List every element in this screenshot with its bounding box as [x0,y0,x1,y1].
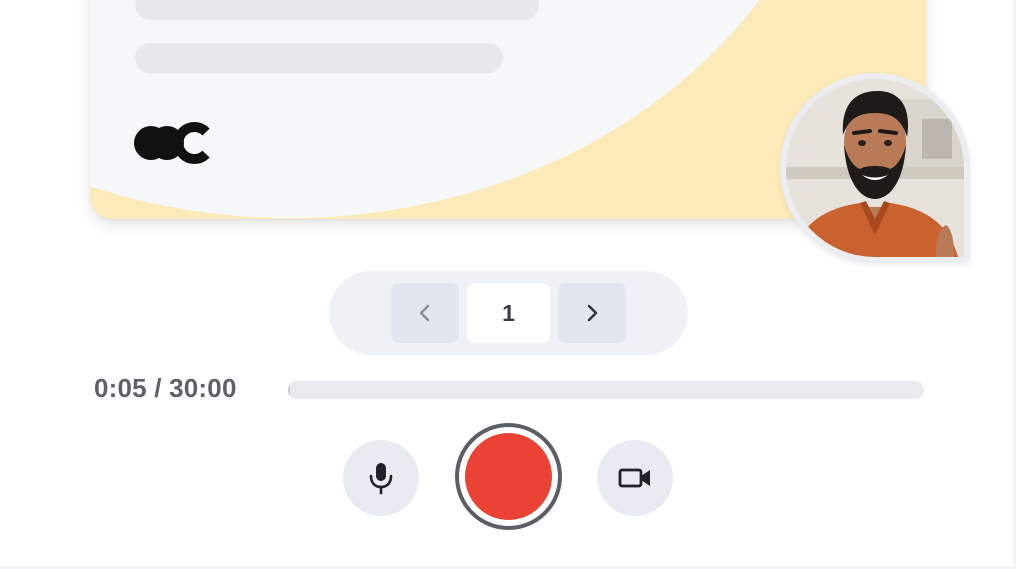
recording-progress-bar [288,381,924,399]
chevron-right-icon [587,304,598,322]
video-camera-icon [618,468,650,488]
slide-text-placeholder [135,0,539,20]
camera-toggle-button[interactable] [597,440,673,516]
next-slide-button[interactable] [558,283,626,343]
record-button[interactable] [455,423,562,530]
brand-logo-icon [134,122,210,164]
slide-light-shape [90,0,850,218]
record-icon [465,433,552,520]
microphone-toggle-button[interactable] [343,440,419,516]
previous-slide-button[interactable] [391,283,459,343]
microphone-icon [369,463,393,495]
recording-timer: 0:05 / 30:00 [94,373,237,403]
presenter-video-bubble[interactable] [780,73,970,263]
current-page-number: 1 [467,283,550,343]
chevron-left-icon [419,304,430,322]
recording-progress-fill [288,381,290,399]
slide-text-placeholder [135,43,503,73]
presenter-avatar [786,79,964,257]
slide-pager: 1 [329,271,688,355]
